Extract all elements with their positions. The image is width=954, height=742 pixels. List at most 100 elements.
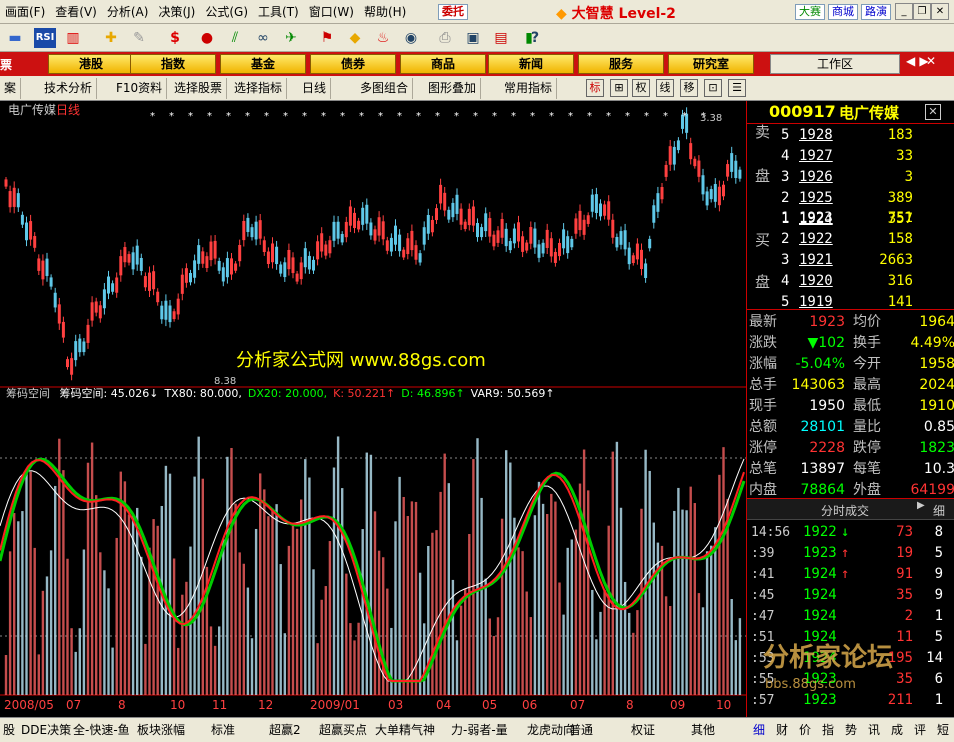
menu-item-3[interactable]: 决策(J) (153, 0, 200, 24)
bottom-tab-0[interactable]: 股 (0, 718, 18, 742)
orderbook-row-sell-0[interactable]: 5 1928 183 (747, 125, 954, 146)
tab-7[interactable]: 常用指标 (500, 78, 558, 99)
menu-item-2[interactable]: 分析(A) (102, 0, 154, 24)
rsi-icon[interactable]: RSI (34, 28, 56, 48)
bottom-right-tab-2[interactable]: 价 (796, 718, 814, 742)
bottom-right-tab-6[interactable]: 成 (888, 718, 906, 742)
tab-3[interactable]: 选择指标 (230, 78, 288, 99)
traffic-icon[interactable]: ● (196, 28, 218, 48)
dollar-icon[interactable]: $ (164, 28, 186, 48)
orderbook-row-sell-1[interactable]: 4 1927 33 (747, 146, 954, 167)
bottom-right-tab-7[interactable]: 评 (911, 718, 929, 742)
bottom-tab-6[interactable]: 超赢买点 (316, 718, 370, 742)
nav-btn-0[interactable]: 港股 (48, 54, 134, 74)
bottom-tab-10[interactable]: 普通 (566, 718, 596, 742)
alert-icon[interactable]: ⚑ (316, 28, 338, 48)
print-icon[interactable]: ⎙ (434, 28, 456, 48)
menu-item-4[interactable]: 公式(G) (200, 0, 253, 24)
tab-icon-0[interactable]: 标 (586, 79, 604, 97)
menu-item-1[interactable]: 查看(V) (50, 0, 102, 24)
bottom-right-tab-5[interactable]: 讯 (865, 718, 883, 742)
restore-button[interactable]: ❐ (913, 3, 931, 20)
bottom-right-tab-1[interactable]: 财 (773, 718, 791, 742)
bottom-right-tab-0[interactable]: 细 (750, 718, 768, 742)
orderbook-row-sell-3[interactable]: 2 1925 389 (747, 188, 954, 209)
tab-4[interactable]: 日线 (298, 78, 332, 99)
tools-icon[interactable]: ✈ (280, 28, 302, 48)
bottom-tab-11[interactable]: 权证 (628, 718, 658, 742)
candle-body (307, 255, 311, 270)
tab-6[interactable]: 图形叠加 (424, 78, 482, 99)
nav-btn-6[interactable]: 服务 (578, 54, 664, 74)
chart-lines-icon[interactable]: ⫽ (224, 28, 246, 48)
volume-bar (505, 450, 508, 695)
trade-row-0[interactable]: 14:56 1922 ↓ 73 8 (747, 522, 954, 543)
nav-close-icon[interactable]: ✕ (926, 54, 936, 68)
tab-icon-3[interactable]: 线 (656, 79, 674, 97)
tab-mall[interactable]: 商城 (828, 4, 858, 20)
bottom-tab-2[interactable]: 全-快速-鱼 (70, 718, 133, 742)
menu-item-5[interactable]: 工具(T) (253, 0, 304, 24)
tab-1[interactable]: F10资料 (112, 78, 168, 99)
chart-svg[interactable]: * * * * * * * * * * * * * * * * * * * * * * * * * * * * * *3.388.3820… (0, 101, 746, 717)
help-icon[interactable]: ? (524, 28, 546, 48)
nav-btn-7[interactable]: 研究室 (668, 54, 754, 74)
tab-contest[interactable]: 大赛 (795, 4, 825, 20)
tab-2[interactable]: 选择股票 (170, 78, 228, 99)
trade-row-2[interactable]: :41 1924 ↑ 91 9 (747, 564, 954, 585)
bottom-tab-4[interactable]: 标准 (208, 718, 238, 742)
window-icon[interactable]: ▣ (462, 28, 484, 48)
layout-icon[interactable]: ▤ (490, 28, 512, 48)
tab-prefix[interactable]: 案 (0, 78, 22, 99)
close-button[interactable]: ✕ (931, 3, 949, 20)
ruler-icon[interactable]: ✎ (128, 28, 150, 48)
bottom-tab-3[interactable]: 板块涨幅 (134, 718, 188, 742)
diamond-icon[interactable]: ◆ (344, 28, 366, 48)
tab-icon-1[interactable]: ⊞ (610, 79, 628, 97)
cross-icon[interactable]: ✚ (100, 28, 122, 48)
globe-icon[interactable]: ◉ (400, 28, 422, 48)
tab-icon-2[interactable]: 权 (632, 79, 650, 97)
nav-btn-4[interactable]: 商品 (400, 54, 486, 74)
bottom-tab-1[interactable]: DDE决策 (18, 718, 74, 742)
nav-btn-5[interactable]: 新闻 (488, 54, 574, 74)
nav-btn-3[interactable]: 债券 (310, 54, 396, 74)
tab-roadshow[interactable]: 路演 (861, 4, 891, 20)
bottom-right-tab-3[interactable]: 指 (819, 718, 837, 742)
tab-5[interactable]: 多图组合 (356, 78, 414, 99)
bottom-tab-8[interactable]: 力-弱者-量 (448, 718, 511, 742)
bottom-tab-5[interactable]: 超赢2 (266, 718, 304, 742)
menu-item-0[interactable]: 画面(F) (0, 0, 50, 24)
tab-0[interactable]: 技术分析 (40, 78, 98, 99)
menu-item-6[interactable]: 窗口(W) (304, 0, 359, 24)
trade-row-1[interactable]: :39 1923 ↑ 19 5 (747, 543, 954, 564)
orderbook-row-buy-1[interactable]: 2 1922 158 (747, 229, 954, 250)
rocket-icon[interactable]: ♨ (372, 28, 394, 48)
nav-btn-2[interactable]: 基金 (220, 54, 306, 74)
trade-row-3[interactable]: :45 1924 35 9 (747, 585, 954, 606)
workarea-tab[interactable]: 工作区 (770, 54, 900, 74)
bottom-tab-7[interactable]: 大单精气神 (372, 718, 438, 742)
binocular-icon[interactable]: ∞ (252, 28, 274, 48)
trade-price: 1924 (803, 608, 837, 624)
orderbook-row-sell-2[interactable]: 3 1926 3 (747, 167, 954, 188)
menu-item-7[interactable]: 帮助(H) (359, 0, 411, 24)
orderbook-row-buy-2[interactable]: 3 1921 2663 (747, 250, 954, 271)
bottom-tab-12[interactable]: 其他 (688, 718, 718, 742)
bar-chart-icon[interactable]: ▥ (62, 28, 84, 48)
bottom-right-tab-8[interactable]: 短 (934, 718, 952, 742)
panel-close-icon[interactable]: ✕ (925, 104, 941, 120)
tab-icon-4[interactable]: 移 (680, 79, 698, 97)
trade-row-4[interactable]: :47 1924 2 1 (747, 606, 954, 627)
bottom-right-tab-4[interactable]: 势 (842, 718, 860, 742)
entrust-button[interactable]: 委托 (438, 4, 468, 20)
trades-tab[interactable]: 细 (933, 502, 945, 519)
minimize-button[interactable]: _ (895, 3, 913, 20)
tab-icon-6[interactable]: ☰ (728, 79, 746, 97)
chart-area[interactable]: * * * * * * * * * * * * * * * * * * * * * * * * * * * * * * 3.38 8.38 20… (0, 101, 746, 717)
monitor-icon[interactable]: ▬ (4, 28, 26, 48)
orderbook-row-buy-3[interactable]: 4 1920 316 (747, 271, 954, 292)
nav-btn-1[interactable]: 指数 (130, 54, 216, 74)
orderbook-row-buy-0[interactable]: 1 1923 751 (747, 208, 954, 229)
tab-icon-5[interactable]: ⊡ (704, 79, 722, 97)
